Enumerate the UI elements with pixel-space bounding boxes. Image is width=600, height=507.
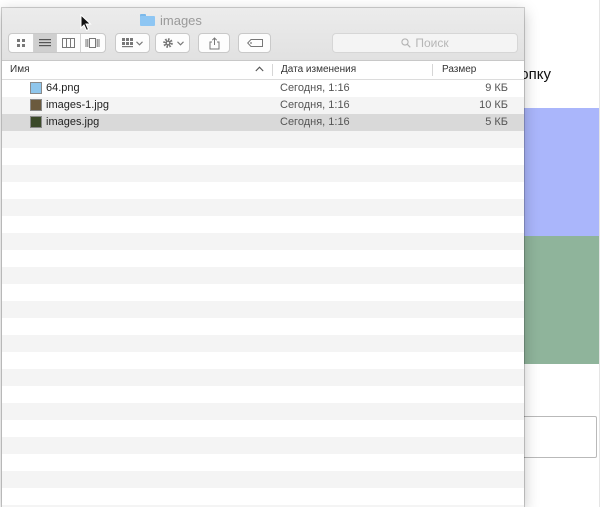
share-button[interactable]	[198, 33, 230, 53]
share-icon	[209, 36, 219, 49]
file-size: 9 КБ	[485, 82, 508, 94]
column-header: Имя Дата изменения Размер	[2, 61, 524, 80]
finder-window: images Поиск Имя Дата изменения Размер 6…	[2, 8, 524, 507]
icon-view-button[interactable]	[9, 34, 34, 52]
column-divider[interactable]	[432, 64, 433, 76]
chevron-down-icon	[136, 40, 143, 46]
background-green-block	[520, 236, 600, 364]
file-name: images.jpg	[46, 116, 100, 128]
chevron-down-icon	[176, 40, 184, 46]
gear-icon	[162, 38, 173, 48]
magnifier-icon	[401, 38, 412, 48]
jpg-thumbnail-icon	[30, 99, 42, 111]
list-view-icon	[38, 39, 51, 47]
folder-icon	[140, 14, 155, 26]
file-row-64-png[interactable]: 64.png Сегодня, 1:16 9 КБ	[2, 80, 524, 97]
search-placeholder: Поиск	[415, 36, 449, 50]
arrange-button[interactable]	[115, 33, 150, 53]
column-size-header[interactable]: Размер	[442, 61, 476, 79]
search-field[interactable]: Поиск	[332, 33, 518, 53]
view-mode-control	[8, 33, 106, 53]
file-name: images-1.jpg	[46, 99, 109, 111]
list-view-button[interactable]	[33, 34, 58, 52]
file-row-images-1-jpg[interactable]: images-1.jpg Сегодня, 1:16 10 КБ	[2, 97, 524, 114]
file-date: Сегодня, 1:16	[280, 82, 350, 94]
cover-flow-view-button[interactable]	[81, 34, 105, 52]
window-title: images	[140, 12, 202, 28]
background-blue-block	[520, 108, 600, 236]
file-name: 64.png	[46, 82, 80, 94]
file-size: 10 КБ	[479, 99, 508, 111]
column-date-header[interactable]: Дата изменения	[281, 61, 356, 79]
file-list: 64.png Сегодня, 1:16 9 КБ images-1.jpg С…	[2, 80, 524, 507]
icon-view-icon	[16, 39, 25, 47]
png-thumbnail-icon	[30, 82, 42, 94]
tag-button[interactable]	[238, 33, 271, 53]
list-stripes	[2, 80, 524, 507]
cover-flow-icon	[85, 38, 100, 48]
column-divider[interactable]	[272, 64, 273, 76]
column-name-header[interactable]: Имя	[10, 61, 29, 79]
tag-icon	[246, 39, 263, 47]
file-row-images-jpg[interactable]: images.jpg Сегодня, 1:16 5 КБ	[2, 114, 524, 131]
column-view-icon	[61, 38, 75, 48]
sort-ascending-icon[interactable]	[255, 61, 264, 79]
file-date: Сегодня, 1:16	[280, 116, 350, 128]
action-button[interactable]	[155, 33, 190, 53]
mouse-pointer-icon	[80, 14, 92, 32]
background-textarea[interactable]	[518, 416, 597, 458]
column-view-button[interactable]	[57, 34, 81, 52]
window-title-text: images	[160, 12, 202, 28]
jpg-thumbnail-icon	[30, 116, 42, 128]
grid-arrange-icon	[122, 38, 133, 48]
file-date: Сегодня, 1:16	[280, 99, 350, 111]
file-size: 5 КБ	[485, 116, 508, 128]
